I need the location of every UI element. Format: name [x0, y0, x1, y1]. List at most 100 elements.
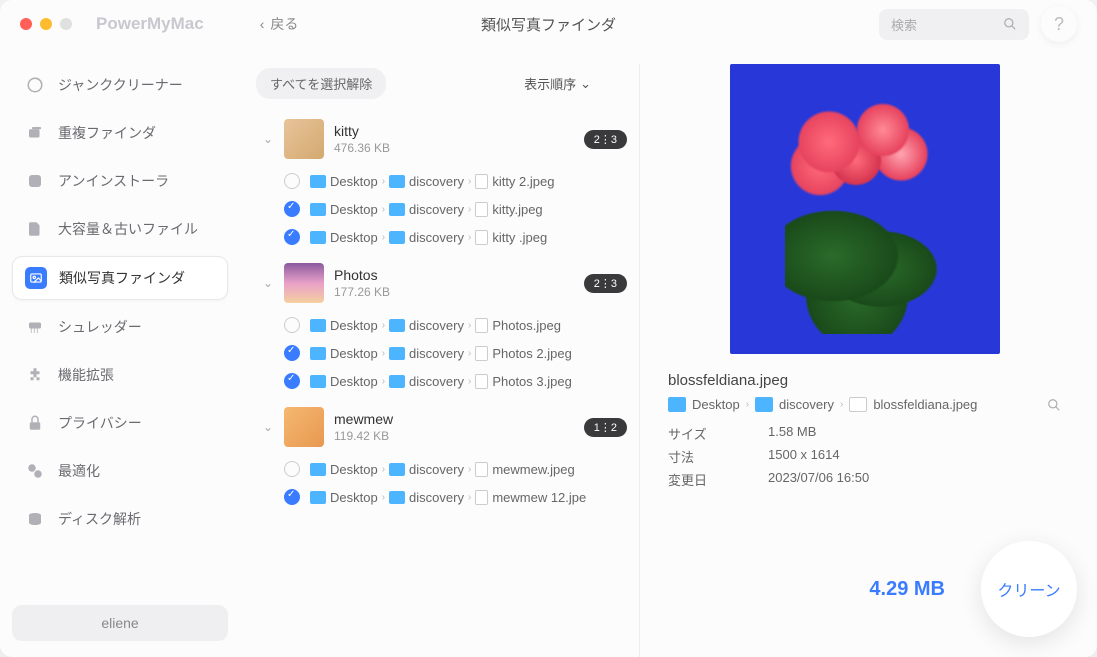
- sort-button[interactable]: 表示順序 ⌄: [524, 74, 591, 93]
- total-size: 4.29 MB: [869, 578, 945, 601]
- checkbox[interactable]: [284, 229, 300, 245]
- sort-label: 表示順序: [524, 74, 576, 93]
- file-list-column: すべてを選択解除 表示順序 ⌄ ⌄ kitty 476.36 KB 2⋮3: [240, 64, 640, 657]
- photo-group: ⌄ kitty 476.36 KB 2⋮3 Desktop›discovery›…: [248, 111, 631, 251]
- sidebar-item-label: 類似写真ファインダ: [59, 268, 185, 288]
- sidebar-item-junk-cleaner[interactable]: ジャンククリーナー: [12, 64, 228, 106]
- window-title: 類似写真ファインダ: [481, 14, 616, 35]
- sidebar-item-duplicate-finder[interactable]: 重複ファインダ: [12, 112, 228, 154]
- back-label: 戻る: [270, 14, 298, 34]
- file-path: Desktop›discovery›mewmew 12.jpe: [310, 490, 586, 505]
- folder-icon: [389, 463, 405, 476]
- minimize-window-button[interactable]: [40, 18, 52, 30]
- file-row[interactable]: Desktop›discovery›Photos 3.jpeg: [248, 367, 631, 395]
- checkbox[interactable]: [284, 373, 300, 389]
- group-header[interactable]: ⌄ mewmew 119.42 KB 1⋮2: [248, 399, 631, 455]
- file-icon: [475, 374, 488, 389]
- preview-filename: blossfeldiana.jpeg: [668, 372, 1061, 389]
- sidebar-item-similar-photos[interactable]: 類似写真ファインダ: [12, 256, 228, 300]
- file-icon: [475, 346, 488, 361]
- folder-icon: [755, 397, 773, 412]
- group-title: Photos 177.26 KB: [334, 267, 584, 299]
- checkbox[interactable]: [284, 345, 300, 361]
- checkbox[interactable]: [284, 201, 300, 217]
- chevron-down-icon: ⌄: [252, 420, 284, 434]
- folder-icon: [310, 319, 326, 332]
- close-window-button[interactable]: [20, 18, 32, 30]
- preview-path: Desktop› discovery› blossfeldiana.jpeg: [668, 397, 1061, 412]
- magnify-icon[interactable]: [1047, 398, 1061, 412]
- meta-size-value: 1.58 MB: [768, 424, 816, 443]
- folder-icon: [310, 347, 326, 360]
- group-header[interactable]: ⌄ Photos 177.26 KB 2⋮3: [248, 255, 631, 311]
- file-path: Desktop›discovery›kitty .jpeg: [310, 230, 547, 245]
- group-thumbnail: [284, 263, 324, 303]
- chevron-down-icon: ⌄: [252, 276, 284, 290]
- file-row[interactable]: Desktop›discovery›mewmew 12.jpe: [248, 483, 631, 511]
- file-path: Desktop›discovery›Photos 3.jpeg: [310, 374, 572, 389]
- sidebar-item-label: プライバシー: [58, 413, 142, 433]
- folder-icon: [389, 491, 405, 504]
- lock-icon: [24, 412, 46, 434]
- help-button[interactable]: ?: [1041, 6, 1077, 42]
- checkbox[interactable]: [284, 461, 300, 477]
- folder-icon: [310, 203, 326, 216]
- file-row[interactable]: Desktop›discovery›kitty.jpeg: [248, 195, 631, 223]
- checkbox[interactable]: [284, 317, 300, 333]
- file-icon: [475, 490, 488, 505]
- user-pill[interactable]: eliene: [12, 605, 228, 641]
- file-icon: [475, 230, 488, 245]
- file-icon: [475, 174, 488, 189]
- file-row[interactable]: Desktop›discovery›Photos 2.jpeg: [248, 339, 631, 367]
- uninstaller-icon: [24, 170, 46, 192]
- group-size: 177.26 KB: [334, 285, 584, 299]
- deselect-all-button[interactable]: すべてを選択解除: [256, 68, 386, 99]
- sidebar-item-disk-analysis[interactable]: ディスク解析: [12, 498, 228, 540]
- folder-icon: [310, 375, 326, 388]
- disk-icon: [24, 508, 46, 530]
- sidebar-item-label: シュレッダー: [58, 317, 142, 337]
- sidebar-item-optimize[interactable]: 最適化: [12, 450, 228, 492]
- selection-badge: 2⋮3: [584, 130, 627, 149]
- duplicate-finder-icon: [24, 122, 46, 144]
- file-row[interactable]: Desktop›discovery›mewmew.jpeg: [248, 455, 631, 483]
- sidebar-item-label: 機能拡張: [58, 365, 114, 385]
- back-button[interactable]: ‹ 戻る: [260, 14, 299, 34]
- group-thumbnail: [284, 407, 324, 447]
- search-input[interactable]: 検索: [879, 9, 1029, 40]
- search-placeholder: 検索: [891, 15, 1003, 34]
- sidebar-item-label: 最適化: [58, 461, 100, 481]
- preview-image: [730, 64, 1000, 354]
- meta-date-label: 変更日: [668, 470, 768, 489]
- group-name: kitty: [334, 123, 584, 139]
- folder-icon: [389, 319, 405, 332]
- checkbox[interactable]: [284, 173, 300, 189]
- sidebar-item-shredder[interactable]: シュレッダー: [12, 306, 228, 348]
- folder-icon: [389, 203, 405, 216]
- folder-icon: [310, 175, 326, 188]
- meta-dim-value: 1500 x 1614: [768, 447, 840, 466]
- maximize-window-button[interactable]: [60, 18, 72, 30]
- sidebar-item-privacy[interactable]: プライバシー: [12, 402, 228, 444]
- checkbox[interactable]: [284, 489, 300, 505]
- selection-badge: 2⋮3: [584, 274, 627, 293]
- clean-button[interactable]: クリーン: [981, 541, 1077, 637]
- sidebar-item-label: 大容量＆古いファイル: [58, 219, 198, 239]
- sidebar-item-large-old-files[interactable]: 大容量＆古いファイル: [12, 208, 228, 250]
- file-row[interactable]: Desktop›discovery›kitty .jpeg: [248, 223, 631, 251]
- preview-metadata: サイズ1.58 MB 寸法1500 x 1614 変更日2023/07/06 1…: [668, 422, 1061, 491]
- group-header[interactable]: ⌄ kitty 476.36 KB 2⋮3: [248, 111, 631, 167]
- sidebar: ジャンククリーナー 重複ファインダ アンインストーラ 大容量＆古いファイル 類似…: [0, 0, 240, 657]
- sidebar-item-label: 重複ファインダ: [58, 123, 156, 143]
- file-row[interactable]: Desktop›discovery›Photos.jpeg: [248, 311, 631, 339]
- meta-size-label: サイズ: [668, 424, 768, 443]
- file-path: Desktop›discovery›kitty 2.jpeg: [310, 174, 554, 189]
- extensions-icon: [24, 364, 46, 386]
- photos-icon: [25, 267, 47, 289]
- photo-group: ⌄ Photos 177.26 KB 2⋮3 Desktop›discovery…: [248, 255, 631, 395]
- folder-icon: [310, 463, 326, 476]
- sidebar-item-extensions[interactable]: 機能拡張: [12, 354, 228, 396]
- sidebar-item-uninstaller[interactable]: アンインストーラ: [12, 160, 228, 202]
- junk-cleaner-icon: [24, 74, 46, 96]
- file-row[interactable]: Desktop›discovery›kitty 2.jpeg: [248, 167, 631, 195]
